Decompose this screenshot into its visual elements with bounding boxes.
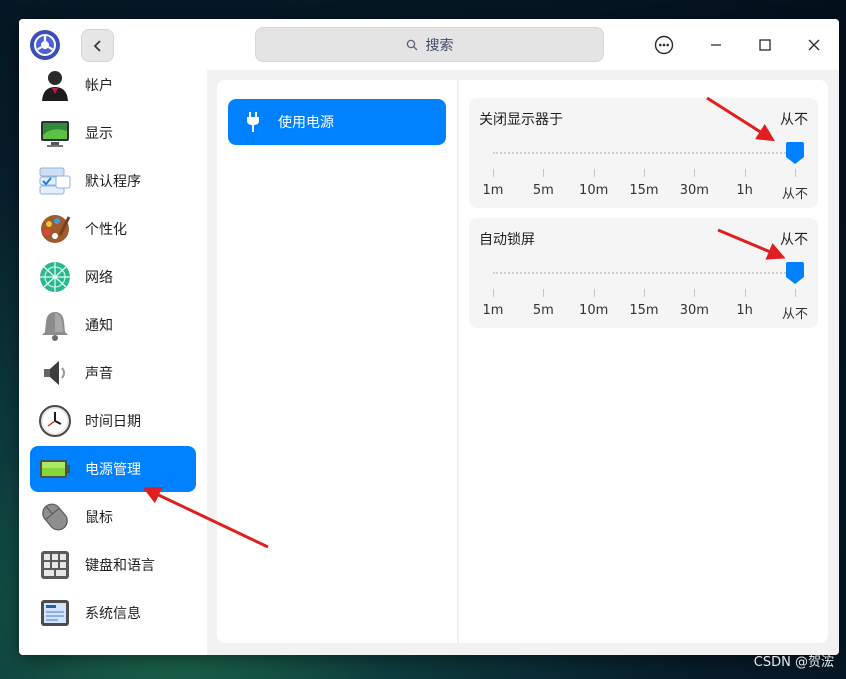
watermark: CSDN @贺浤 [753,655,834,670]
annotation-arrow [142,487,269,549]
annotation-arrow [717,228,786,260]
annotation-arrows [142,96,786,549]
annotation-arrow [706,96,776,142]
